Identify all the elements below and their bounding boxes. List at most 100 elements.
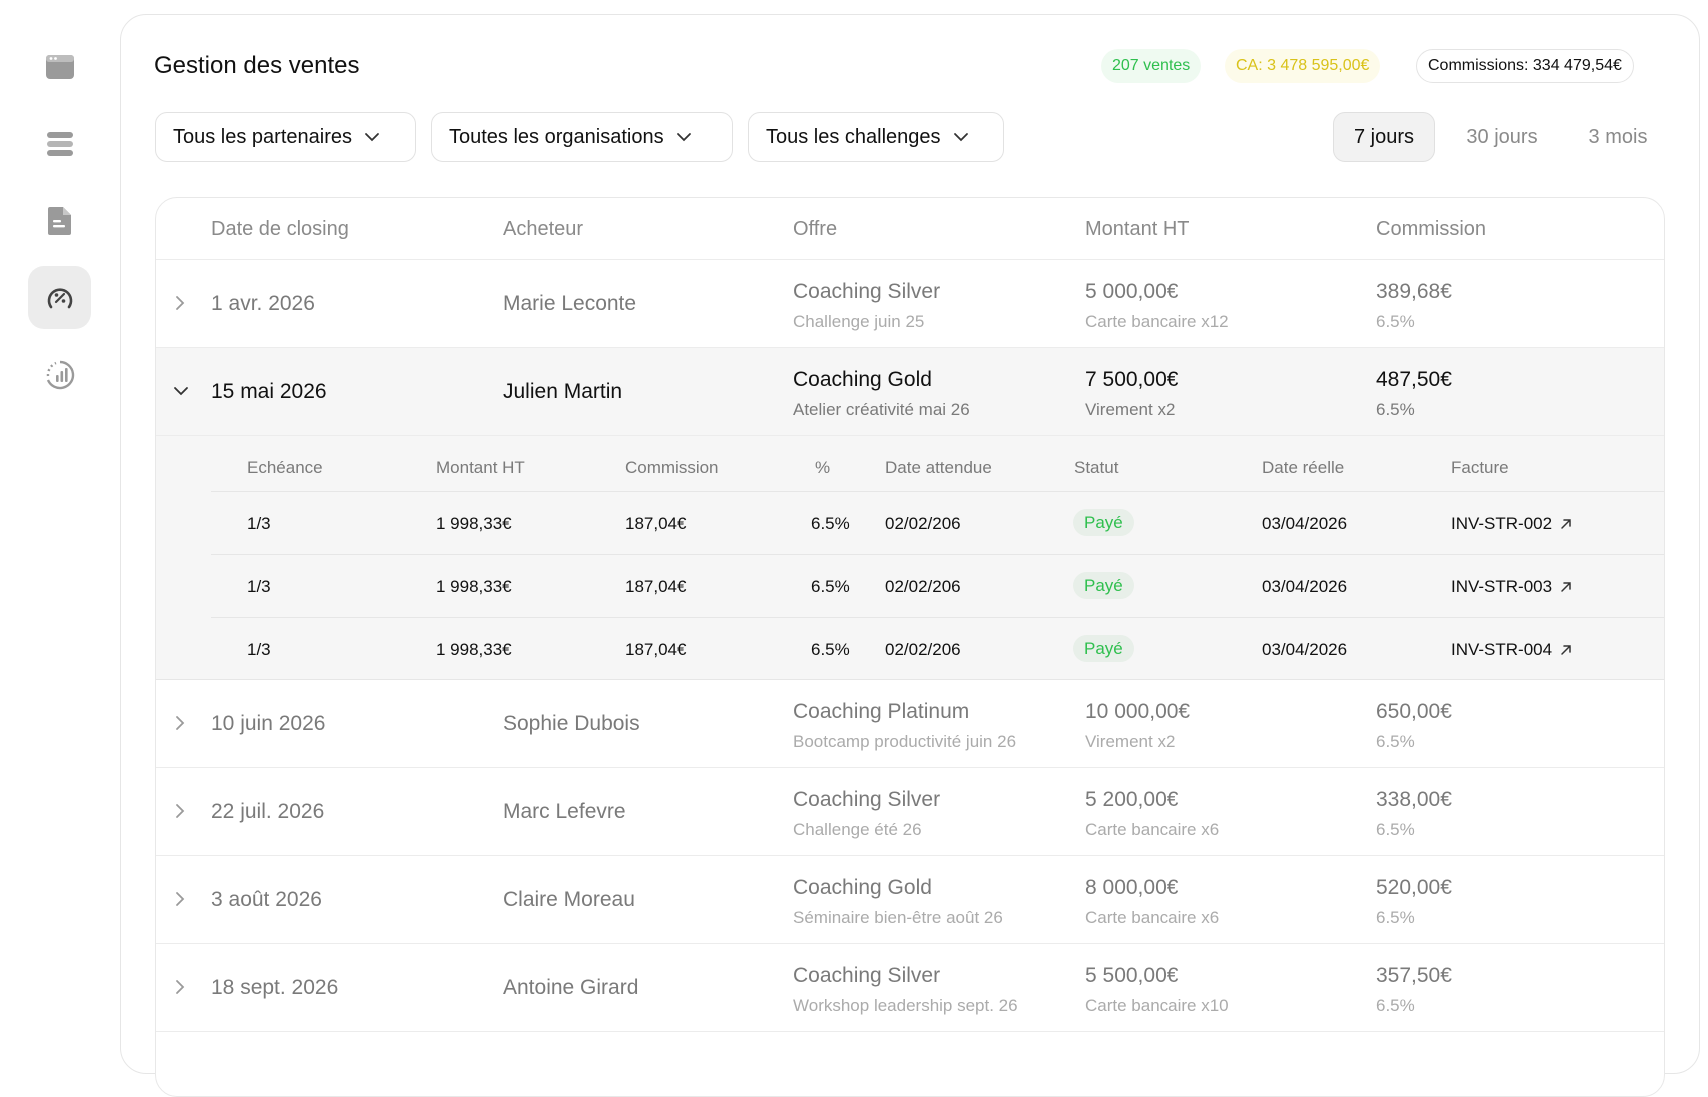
offer-event: Workshop leadership sept. 26 <box>793 996 1018 1015</box>
installment-term: 1/3 <box>247 640 271 659</box>
chevron-right-icon[interactable] <box>174 294 186 312</box>
chevron-right-icon[interactable] <box>174 890 186 908</box>
closing-date: 1 avr. 2026 <box>211 292 315 315</box>
installment-amount: 1 998,33€ <box>436 514 512 533</box>
installment-commission: 187,04€ <box>625 577 687 596</box>
column-header-commission[interactable]: Commission <box>1376 218 1486 241</box>
invoice-link[interactable]: INV-STR-003 <box>1451 577 1572 597</box>
amount-ht: 5 500,00€ <box>1085 964 1179 987</box>
sub-column-header-percent: % <box>815 458 831 477</box>
invoice-link[interactable]: INV-STR-004 <box>1451 640 1572 660</box>
table-row[interactable]: 3 août 2026 Claire Moreau Coaching Gold … <box>156 856 1664 944</box>
sales-table: Date de closing Acheteur Offre Montant H… <box>155 197 1665 1097</box>
commissions-badge: Commissions: 334 479,54€ <box>1416 49 1634 83</box>
installment-row: 1/3 1 998,33€ 187,04€ 6.5% 02/02/206 Pay… <box>211 492 1664 554</box>
chevron-down-icon <box>953 133 968 142</box>
period-3-months-button[interactable]: 3 mois <box>1568 112 1668 162</box>
revenue-badge: CA: 3 478 595,00€ <box>1225 49 1381 83</box>
partners-filter-label: Tous les partenaires <box>173 125 352 148</box>
status-badge: Payé <box>1073 509 1134 536</box>
amount-ht: 7 500,00€ <box>1085 368 1179 391</box>
closing-date: 10 juin 2026 <box>211 712 326 735</box>
status-badge: Payé <box>1073 572 1134 599</box>
offer-name: Coaching Silver <box>793 964 941 987</box>
organisations-filter-dropdown[interactable]: Toutes les organisations <box>431 112 733 162</box>
buyer-name: Marie Leconte <box>503 292 637 315</box>
sub-column-header-term: Echéance <box>247 458 323 477</box>
chevron-down-icon <box>676 133 691 142</box>
table-row[interactable]: 10 juin 2026 Sophie Dubois Coaching Plat… <box>156 680 1664 768</box>
invoice-number: INV-STR-004 <box>1451 640 1553 659</box>
table-row[interactable]: 18 sept. 2026 Antoine Girard Coaching Si… <box>156 944 1664 1032</box>
buyer-name: Julien Martin <box>503 380 623 403</box>
offer-name: Coaching Silver <box>793 280 941 303</box>
installment-row: 1/3 1 998,33€ 187,04€ 6.5% 02/02/206 Pay… <box>211 618 1664 680</box>
table-row[interactable]: 1 avr. 2026 Marie Leconte Coaching Silve… <box>156 260 1664 348</box>
payment-method: Virement x2 <box>1085 400 1176 419</box>
partners-filter-dropdown[interactable]: Tous les partenaires <box>155 112 416 162</box>
column-header-date[interactable]: Date de closing <box>211 218 349 241</box>
sales-count-badge: 207 ventes <box>1101 49 1202 83</box>
sub-column-header-amount: Montant HT <box>436 458 525 477</box>
commission-amount: 650,00€ <box>1376 700 1452 723</box>
payment-method: Virement x2 <box>1085 732 1176 751</box>
nav-item-analytics[interactable] <box>28 343 91 406</box>
offer-name: Coaching Platinum <box>793 700 970 723</box>
offer-name: Coaching Silver <box>793 788 941 811</box>
installment-commission: 187,04€ <box>625 514 687 533</box>
organisations-filter-label: Toutes les organisations <box>449 125 664 148</box>
invoice-number: INV-STR-002 <box>1451 514 1553 533</box>
invoice-number: INV-STR-003 <box>1451 577 1553 596</box>
external-link-arrow-icon <box>1561 582 1571 592</box>
closing-date: 22 juil. 2026 <box>211 800 325 823</box>
column-header-amount[interactable]: Montant HT <box>1085 218 1189 241</box>
closing-date: 18 sept. 2026 <box>211 976 339 999</box>
installment-amount: 1 998,33€ <box>436 640 512 659</box>
amount-ht: 5 000,00€ <box>1085 280 1179 303</box>
invoice-link[interactable]: INV-STR-002 <box>1451 514 1572 534</box>
installment-percent: 6.5% <box>811 514 850 533</box>
offer-name: Coaching Gold <box>793 876 932 899</box>
buyer-name: Claire Moreau <box>503 888 635 911</box>
buyer-name: Antoine Girard <box>503 976 639 999</box>
sub-column-header-actual-date: Date réelle <box>1262 458 1345 477</box>
amount-ht: 8 000,00€ <box>1085 876 1179 899</box>
document-icon <box>47 206 71 235</box>
installment-actual-date: 03/04/2026 <box>1262 577 1348 596</box>
installment-actual-date: 03/04/2026 <box>1262 514 1348 533</box>
status-badge: Payé <box>1073 635 1134 662</box>
sub-column-header-invoice: Facture <box>1451 458 1509 477</box>
table-row-expanded[interactable]: 15 mai 2026 Julien Martin Coaching Gold … <box>156 348 1664 436</box>
nav-item-browser[interactable] <box>28 35 91 98</box>
nav-item-commissions[interactable] <box>28 266 91 329</box>
payment-method: Carte bancaire x6 <box>1085 820 1220 839</box>
chevron-right-icon[interactable] <box>174 714 186 732</box>
period-30-days-button[interactable]: 30 jours <box>1447 112 1557 162</box>
chevron-right-icon[interactable] <box>174 802 186 820</box>
offer-event: Bootcamp productivité juin 26 <box>793 732 1017 751</box>
sub-column-header-commission: Commission <box>625 458 719 477</box>
period-7-days-button[interactable]: 7 jours <box>1333 112 1435 162</box>
installment-row: 1/3 1 998,33€ 187,04€ 6.5% 02/02/206 Pay… <box>211 555 1664 617</box>
commission-rate: 6.5% <box>1376 400 1415 419</box>
commission-rate: 6.5% <box>1376 820 1415 839</box>
payment-method: Carte bancaire x10 <box>1085 996 1229 1015</box>
installments-table: Echéance Montant HT Commission % Date at… <box>156 436 1664 680</box>
offer-event: Challenge été 26 <box>793 820 922 839</box>
commission-amount: 487,50€ <box>1376 368 1452 391</box>
nav-item-documents[interactable] <box>28 189 91 252</box>
commission-rate: 6.5% <box>1376 732 1415 751</box>
column-header-buyer[interactable]: Acheteur <box>503 218 583 241</box>
nav-item-database[interactable] <box>28 112 91 175</box>
commission-rate: 6.5% <box>1376 996 1415 1015</box>
offer-event: Challenge juin 25 <box>793 312 925 331</box>
table-row[interactable]: 22 juil. 2026 Marc Lefevre Coaching Silv… <box>156 768 1664 856</box>
payment-method: Carte bancaire x6 <box>1085 908 1220 927</box>
installment-percent: 6.5% <box>811 577 850 596</box>
installment-percent: 6.5% <box>811 640 850 659</box>
challenges-filter-dropdown[interactable]: Tous les challenges <box>748 112 1004 162</box>
offer-event: Atelier créativité mai 26 <box>793 400 970 419</box>
chevron-down-icon[interactable] <box>172 385 190 397</box>
chevron-right-icon[interactable] <box>174 978 186 996</box>
column-header-offer[interactable]: Offre <box>793 218 837 241</box>
